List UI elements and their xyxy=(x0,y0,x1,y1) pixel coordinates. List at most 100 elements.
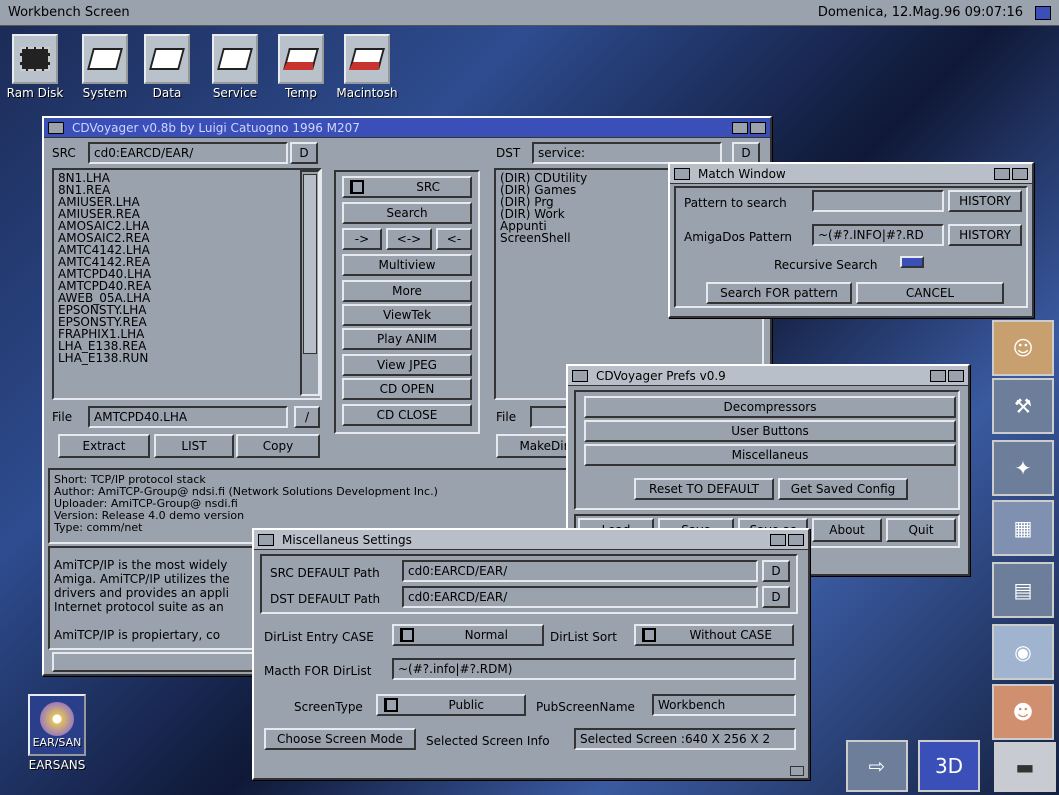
miscellaneus-button[interactable]: Miscellaneus xyxy=(584,444,956,466)
resize-gadget[interactable] xyxy=(790,766,804,776)
icon-label: Temp xyxy=(285,86,317,100)
reset-default-button[interactable]: Reset TO DEFAULT xyxy=(634,478,774,500)
amigados-pattern-field[interactable]: ~(#?.INFO|#?.RD xyxy=(812,224,944,246)
disk-drive-icon xyxy=(87,48,123,70)
file-name-field[interactable]: AMTCPD40.LHA xyxy=(88,406,288,428)
amigados-history-button[interactable]: HISTORY xyxy=(948,224,1022,246)
disk-copy-icon[interactable]: ▤ xyxy=(992,562,1054,618)
search-button[interactable]: Search xyxy=(342,202,472,224)
face-portrait-icon[interactable]: ☻ xyxy=(992,684,1054,740)
parent-dir-button[interactable]: / xyxy=(294,406,320,428)
list-item[interactable]: LHA_E138.RUN xyxy=(58,352,316,364)
about-button[interactable]: About xyxy=(812,518,882,542)
dst-path-field[interactable]: service: xyxy=(532,142,722,164)
viewtek-button[interactable]: ViewTek xyxy=(342,304,472,326)
copy-button[interactable]: Copy xyxy=(236,434,320,458)
ram-disk-icon[interactable]: Ram Disk xyxy=(4,34,66,100)
clock: Domenica, 12.Mag.96 09:07:16 xyxy=(817,5,1023,20)
cd-open-button[interactable]: CD OPEN xyxy=(342,378,472,400)
recursive-toggle[interactable] xyxy=(900,256,924,268)
earsans-cd-icon[interactable]: EAR/SAN EARSANS xyxy=(24,694,90,772)
decompressors-button[interactable]: Decompressors xyxy=(584,396,956,418)
pubscreen-field[interactable]: Workbench xyxy=(652,694,796,716)
close-gadget[interactable] xyxy=(572,369,588,382)
sort-cycle[interactable]: Without CASE xyxy=(634,624,794,646)
drive-unit-icon[interactable]: ▬ xyxy=(994,742,1056,792)
src-device-button[interactable]: D xyxy=(290,142,318,164)
quit-button[interactable]: Quit xyxy=(886,518,956,542)
eye-icon[interactable]: ◉ xyxy=(992,624,1054,680)
prefs-titlebar[interactable]: CDVoyager Prefs v0.9 xyxy=(568,366,968,386)
scroll-thumb[interactable] xyxy=(303,174,317,354)
dst-device-button[interactable]: D xyxy=(732,142,760,164)
pattern-label: Pattern to search xyxy=(684,196,787,210)
zoom-gadget[interactable] xyxy=(994,167,1010,180)
more-button[interactable]: More xyxy=(342,280,472,302)
service-disk-icon[interactable]: Service xyxy=(204,34,266,100)
depth-gadget[interactable] xyxy=(788,533,804,546)
zoom-gadget[interactable] xyxy=(732,121,748,134)
arrows-icon[interactable]: ⇨ xyxy=(846,740,908,792)
cycle-icon xyxy=(384,698,398,712)
dst-default-field[interactable]: cd0:EARCD/EAR/ xyxy=(402,586,758,608)
list-button[interactable]: LIST xyxy=(154,434,234,458)
screen-titlebar: Workbench Screen Domenica, 12.Mag.96 09:… xyxy=(0,0,1059,26)
src-default-device-button[interactable]: D xyxy=(762,560,790,582)
zoom-gadget[interactable] xyxy=(770,533,786,546)
cdvoyager-titlebar[interactable]: CDVoyager v0.8b by Luigi Catuogno 1996 M… xyxy=(44,118,770,138)
src-path-field[interactable]: cd0:EARCD/EAR/ xyxy=(88,142,288,164)
cd-close-button[interactable]: CD CLOSE xyxy=(342,404,472,426)
pattern-field[interactable] xyxy=(812,190,944,212)
compass-star-icon[interactable]: ✦ xyxy=(992,440,1054,496)
icon-label: Service xyxy=(212,86,258,100)
swap-button[interactable]: <-> xyxy=(386,228,432,250)
disk-drive-icon xyxy=(149,48,185,70)
icon-label: Data xyxy=(152,86,182,100)
src-cycle-button[interactable]: SRC xyxy=(342,176,472,198)
disk-drive-icon xyxy=(283,48,319,70)
mozart-portrait-icon[interactable]: ☺ xyxy=(992,320,1054,376)
match-dirlist-field[interactable]: ~(#?.info|#?.RDM) xyxy=(392,658,796,680)
move-right-button[interactable]: -> xyxy=(342,228,382,250)
pattern-history-button[interactable]: HISTORY xyxy=(948,190,1022,212)
tools-floppy-icon[interactable]: ⚒ xyxy=(992,378,1054,434)
search-pattern-button[interactable]: Search FOR pattern xyxy=(706,282,852,304)
choose-screen-mode-button[interactable]: Choose Screen Mode xyxy=(264,728,416,750)
view-jpeg-button[interactable]: View JPEG xyxy=(342,354,472,376)
src-scrollbar[interactable] xyxy=(300,170,320,396)
depth-gadget[interactable] xyxy=(948,369,964,382)
src-default-field[interactable]: cd0:EARCD/EAR/ xyxy=(402,560,758,582)
macintosh-disk-icon[interactable]: Macintosh xyxy=(336,34,398,100)
match-titlebar[interactable]: Match Window xyxy=(670,164,1032,184)
match-window: Match Window Pattern to search HISTORY A… xyxy=(668,162,1034,318)
entry-case-label: DirList Entry CASE xyxy=(264,630,374,644)
extract-button[interactable]: Extract xyxy=(58,434,150,458)
system-disk-icon[interactable]: System xyxy=(74,34,136,100)
misc-titlebar[interactable]: Miscellaneus Settings xyxy=(254,530,808,550)
cycle-icon xyxy=(350,180,364,194)
close-gadget[interactable] xyxy=(48,121,64,134)
window-title: CDVoyager Prefs v0.9 xyxy=(596,368,726,383)
close-gadget[interactable] xyxy=(674,167,690,180)
play-anim-button[interactable]: Play ANIM xyxy=(342,328,472,350)
depth-gadget[interactable] xyxy=(1012,167,1028,180)
3d-icon[interactable]: 3D xyxy=(918,740,980,792)
cancel-button[interactable]: CANCEL xyxy=(856,282,1004,304)
screen-depth-gadget[interactable] xyxy=(1035,5,1051,20)
cycle-icon xyxy=(642,628,656,642)
dst-default-label: DST DEFAULT Path xyxy=(270,592,381,606)
depth-gadget[interactable] xyxy=(750,121,766,134)
close-gadget[interactable] xyxy=(258,533,274,546)
user-buttons-button[interactable]: User Buttons xyxy=(584,420,956,442)
zoom-gadget[interactable] xyxy=(930,369,946,382)
dst-default-device-button[interactable]: D xyxy=(762,586,790,608)
temp-disk-icon[interactable]: Temp xyxy=(270,34,332,100)
windows-logo-icon[interactable]: ▦ xyxy=(992,500,1054,556)
move-left-button[interactable]: <- xyxy=(436,228,472,250)
screentype-cycle[interactable]: Public xyxy=(376,694,526,716)
multiview-button[interactable]: Multiview xyxy=(342,254,472,276)
entry-case-cycle[interactable]: Normal xyxy=(392,624,544,646)
get-saved-config-button[interactable]: Get Saved Config xyxy=(778,478,908,500)
src-file-list[interactable]: 8N1.LHA 8N1.REA AMIUSER.LHA AMIUSER.REA … xyxy=(52,168,322,400)
data-disk-icon[interactable]: Data xyxy=(136,34,198,100)
